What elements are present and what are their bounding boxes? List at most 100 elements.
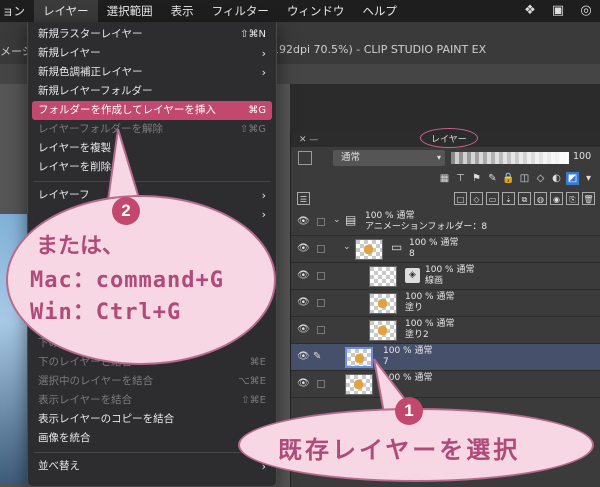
eye-icon[interactable]: 👁: [297, 351, 311, 362]
new-vector-layer-icon[interactable]: ◇: [470, 192, 483, 205]
eye-icon[interactable]: 👁: [297, 243, 311, 254]
menu-item-new-layer[interactable]: 新規レイヤー ›: [28, 44, 276, 63]
color-swap-icon[interactable]: ◩: [566, 172, 579, 185]
opacity-fill: [451, 152, 569, 164]
blend-row: 通常 ▾ 100: [291, 147, 600, 169]
layer-row-6[interactable]: 👁 100 % 通常 6: [291, 371, 600, 398]
menu-item-label: 表示レイヤーを結合: [38, 394, 133, 406]
layer-row-folder-8[interactable]: 👁 ⌄ ▭ 100 % 通常 8: [291, 236, 600, 263]
mask-create-icon[interactable]: ◍: [534, 192, 547, 205]
creative-cloud-icon[interactable]: ◎: [578, 3, 594, 18]
duplicate-icon[interactable]: ⎘: [566, 192, 579, 205]
menu-item-new-raster-layer[interactable]: 新規ラスターレイヤー ⇧⌘N: [28, 25, 276, 44]
layer-thumbnail: [369, 293, 397, 314]
new-folder-icon[interactable]: ▭: [486, 192, 499, 205]
menu-item-shortcut: ⌘E: [249, 357, 266, 368]
menu-item-shortcut: ⇧⌘G: [239, 124, 266, 135]
eye-icon[interactable]: 👁: [297, 270, 311, 281]
menu-item-shortcut: ⌘G: [248, 105, 266, 116]
layer-lock-checkbox[interactable]: [317, 326, 325, 334]
menu-animation[interactable]: ョン: [0, 0, 34, 22]
layer-lock-checkbox[interactable]: [317, 272, 325, 280]
palette-toolbar-1: ▦ ⊤ ⚑ ✎ 🔒 ◫ ◇ ◐ ◩ ▾: [291, 169, 600, 189]
menu-item-merge-selected[interactable]: 選択中のレイヤーを結合 ⌥⌘E: [28, 372, 276, 391]
menu-filter[interactable]: フィルター: [203, 0, 278, 22]
eye-icon[interactable]: 👁: [297, 378, 311, 389]
menu-item-label: 並べ替え: [38, 460, 80, 472]
layer-color-icon[interactable]: ◐: [550, 172, 563, 185]
menu-item-label: 新規色調補正レイヤー: [38, 66, 143, 78]
step-badge-1: 1: [395, 397, 423, 425]
menu-view[interactable]: 表示: [162, 0, 203, 22]
layer-opacity-mode: 100 % 通常: [405, 319, 455, 329]
eye-icon[interactable]: 👁: [297, 216, 311, 227]
menu-layer[interactable]: レイヤー: [34, 0, 98, 22]
menu-item-label: 新規レイヤー: [38, 47, 101, 59]
eye-icon[interactable]: 👁: [297, 297, 311, 308]
close-icon[interactable]: ✕ —: [299, 133, 318, 147]
menu-help[interactable]: ヘルプ: [353, 0, 406, 22]
chevron-right-icon: ›: [261, 47, 266, 60]
layer-color-swatch[interactable]: [298, 151, 312, 165]
lock-icon[interactable]: 🔒: [502, 172, 515, 185]
layer-name: 塗り2: [405, 330, 429, 340]
mask-icon[interactable]: ◫: [518, 172, 531, 185]
menu-item-new-layer-folder[interactable]: 新規レイヤーフォルダー: [28, 82, 276, 101]
layer-thumbnail: [369, 266, 397, 287]
layer-lock-checkbox[interactable]: [317, 299, 325, 307]
chevron-down-icon: ▾: [436, 153, 441, 162]
annotation-text: Mac：command+G: [30, 268, 224, 293]
clip-icon[interactable]: ⊤: [454, 172, 467, 185]
reference-icon[interactable]: ⚑: [470, 172, 483, 185]
layer-name: 線画: [425, 276, 444, 286]
chevron-down-icon[interactable]: ⌄: [343, 242, 351, 253]
annotation-text: Win：Ctrl+G: [30, 300, 182, 325]
eye-icon[interactable]: 👁: [297, 324, 311, 335]
opacity-value[interactable]: 100: [573, 151, 591, 162]
layer-lock-checkbox[interactable]: [317, 218, 325, 226]
menu-item-merge-visible[interactable]: 表示レイヤーを結合 ⇧⌘E: [28, 391, 276, 410]
menu-bar: ョン レイヤー 選択範囲 表示 フィルター ウィンドウ ヘルプ ❖ ▣ ◎: [0, 0, 600, 22]
chevron-down-icon[interactable]: ⌄: [333, 215, 341, 226]
blend-mode-value: 通常: [341, 152, 361, 163]
layer-opacity-mode: 100 % 通常: [405, 292, 455, 302]
transfer-down-icon[interactable]: ⇣: [502, 192, 515, 205]
layer-row-7-selected[interactable]: 👁 ✎ 100 % 通常 7: [291, 344, 600, 371]
layer-row-line-art[interactable]: 👁 ◈ 100 % 通常 線画: [291, 263, 600, 290]
menu-selection[interactable]: 選択範囲: [98, 0, 162, 22]
menu-item-shortcut: ⇧⌘N: [240, 29, 266, 40]
layer-row-fill-2[interactable]: 👁 100 % 通常 塗り2: [291, 317, 600, 344]
blend-mode-select[interactable]: 通常 ▾: [333, 150, 445, 166]
dropbox-icon[interactable]: ❖: [522, 3, 538, 18]
delete-layer-icon[interactable]: 🗑: [582, 192, 595, 205]
layer-row-fill[interactable]: 👁 100 % 通常 塗り: [291, 290, 600, 317]
annotation-text: または、: [36, 234, 125, 259]
menu-item-shortcut: ⇧⌘E: [241, 395, 266, 406]
menu-item-arrange[interactable]: 並べ替え ›: [28, 457, 276, 476]
mask-apply-icon[interactable]: ◉: [550, 192, 563, 205]
palette-menu-icon[interactable]: ☰: [297, 192, 310, 205]
layer-name: アニメーションフォルダー：8: [365, 222, 488, 232]
annotation-oval-layer-tab: [420, 128, 478, 148]
draft-icon[interactable]: ✎: [486, 172, 499, 185]
combine-icon[interactable]: ⧉: [518, 192, 531, 205]
ruler-icon[interactable]: ◇: [534, 172, 547, 185]
lock-transparency-icon[interactable]: ▦: [438, 172, 451, 185]
layer-opacity-mode: 100 % 通常: [365, 211, 415, 221]
layer-thumbnail: [369, 320, 397, 341]
menu-item-create-folder-insert[interactable]: フォルダーを作成してレイヤーを挿入 ⌘G: [32, 101, 272, 120]
layer-lock-checkbox[interactable]: [317, 380, 325, 388]
new-raster-layer-icon[interactable]: □: [454, 192, 467, 205]
menu-window[interactable]: ウィンドウ: [278, 0, 354, 22]
menu-item-label: 画像を統合: [38, 432, 91, 444]
menu-separator: [34, 452, 270, 453]
menu-item-new-correction-layer[interactable]: 新規色調補正レイヤー ›: [28, 63, 276, 82]
window-title: x 192dpi 70.5%) - CLIP STUDIO PAINT EX: [262, 43, 487, 56]
layer-row-animation-folder[interactable]: 👁 ⌄ ▤ 100 % 通常 アニメーションフォルダー：8: [291, 209, 600, 236]
screen-icon[interactable]: ▣: [550, 3, 566, 18]
layer-opacity-mode: 100 % 通常: [425, 265, 475, 275]
menu-item-merge-visible-copy[interactable]: 表示レイヤーのコピーを結合: [28, 410, 276, 429]
layer-lock-checkbox[interactable]: [317, 245, 325, 253]
menu-chevron-icon[interactable]: ▾: [582, 172, 595, 185]
opacity-slider[interactable]: [451, 152, 569, 164]
